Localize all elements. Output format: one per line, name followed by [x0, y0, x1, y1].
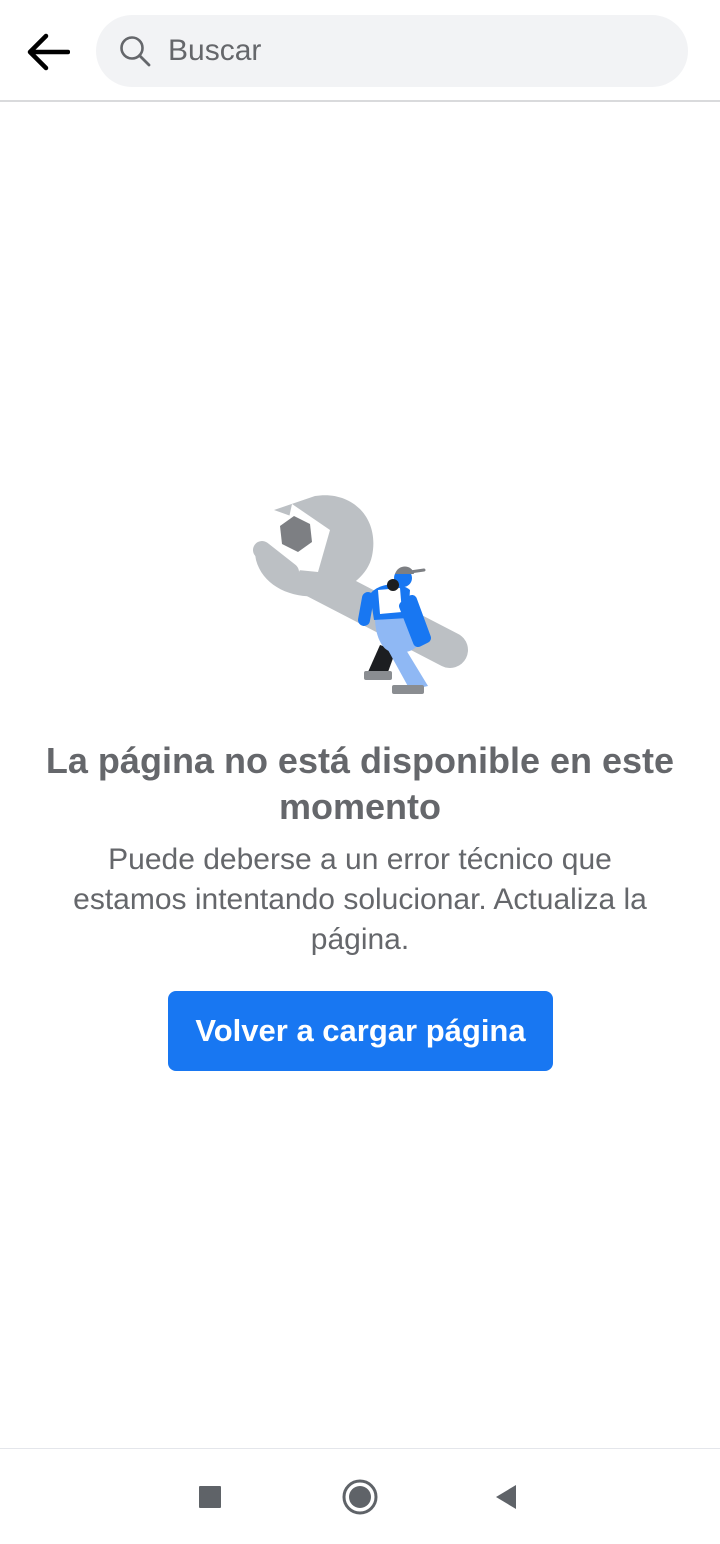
- system-nav-bar: [0, 1448, 720, 1544]
- home-button[interactable]: [334, 1471, 386, 1523]
- app-screen: La página no está disponible en este mom…: [0, 0, 720, 1544]
- top-bar: [0, 0, 720, 102]
- error-title: La página no está disponible en este mom…: [45, 740, 675, 827]
- circle-home-icon: [342, 1479, 378, 1515]
- system-back-button[interactable]: [480, 1471, 532, 1523]
- search-icon: [120, 36, 151, 67]
- arrow-left-icon: [27, 33, 70, 71]
- search-bar[interactable]: [96, 15, 688, 87]
- wrench-repair-person-illustration: [253, 495, 468, 694]
- recent-apps-button[interactable]: [184, 1471, 236, 1523]
- back-button[interactable]: [18, 22, 78, 82]
- reload-page-button[interactable]: Volver a cargar página: [168, 991, 553, 1071]
- square-icon: [199, 1486, 221, 1508]
- error-message: Puede deberse a un error técnico que est…: [73, 843, 647, 956]
- search-input[interactable]: [168, 15, 668, 87]
- triangle-back-icon: [496, 1485, 516, 1509]
